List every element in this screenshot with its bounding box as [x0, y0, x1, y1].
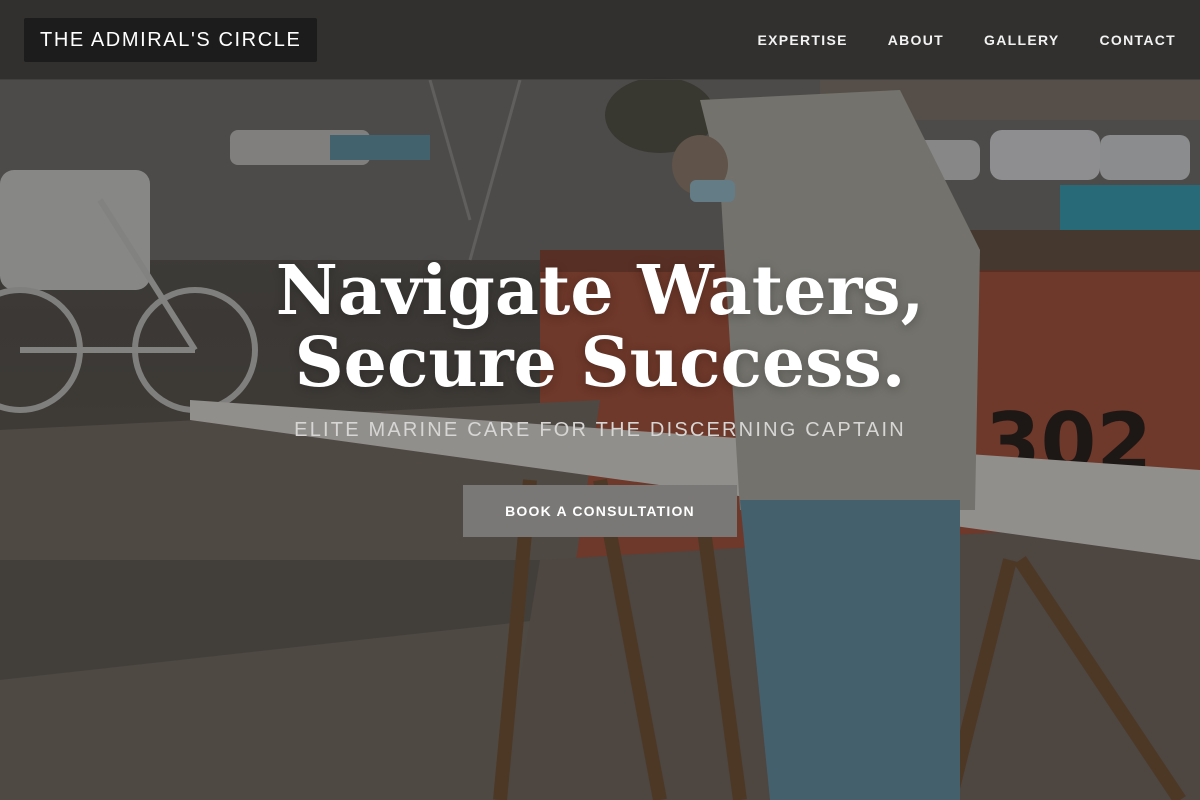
- hero-subtitle: ELITE MARINE CARE FOR THE DISCERNING CAP…: [294, 419, 906, 441]
- site-header: THE ADMIRAL'S CIRCLE EXPERTISE ABOUT GAL…: [0, 0, 1200, 80]
- nav-link-about[interactable]: ABOUT: [888, 32, 944, 48]
- nav-link-contact[interactable]: CONTACT: [1100, 32, 1177, 48]
- main-nav: EXPERTISE ABOUT GALLERY CONTACT: [757, 32, 1176, 48]
- nav-link-gallery[interactable]: GALLERY: [984, 32, 1059, 48]
- site-logo[interactable]: THE ADMIRAL'S CIRCLE: [24, 17, 318, 62]
- hero-content: Navigate Waters, Secure Success. ELITE M…: [0, 255, 1200, 537]
- nav-link-expertise[interactable]: EXPERTISE: [757, 32, 847, 48]
- book-consultation-button[interactable]: BOOK A CONSULTATION: [463, 485, 737, 537]
- hero-headline: Navigate Waters, Secure Success.: [275, 251, 925, 403]
